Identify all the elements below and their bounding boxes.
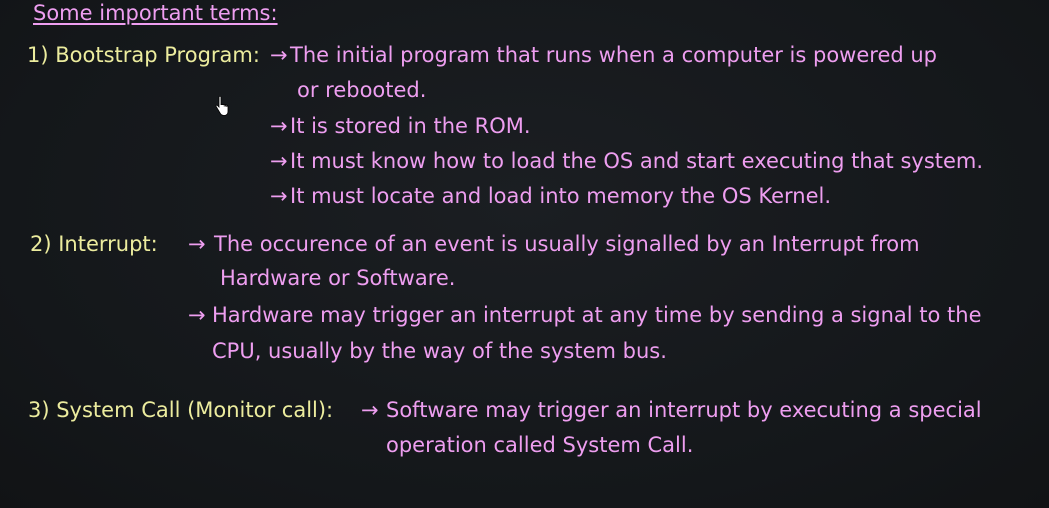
definition-line: It must know how to load the OS and star… — [290, 149, 984, 173]
definition-line: CPU, usually by the way of the system bu… — [212, 339, 667, 363]
definition-line: It must locate and load into memory the … — [290, 184, 832, 208]
definition-line: operation called System Call. — [386, 433, 694, 457]
arrow-icon: → — [188, 303, 206, 327]
hand-pointer-icon — [215, 96, 229, 116]
arrow-icon: → — [270, 149, 288, 173]
definition-line: It is stored in the ROM. — [290, 114, 531, 138]
definition-line: Software may trigger an interrupt by exe… — [386, 398, 982, 422]
definition-line: The initial program that runs when a com… — [290, 43, 938, 67]
arrow-icon: → — [361, 398, 379, 422]
blackboard: Some important terms: 1) Bootstrap Progr… — [0, 0, 1049, 508]
definition-line: The occurence of an event is usually sig… — [214, 232, 920, 256]
term-label-interrupt: 2) Interrupt: — [30, 232, 158, 256]
arrow-icon: → — [270, 43, 288, 67]
definition-line: Hardware may trigger an interrupt at any… — [212, 303, 982, 327]
term-label-system-call: 3) System Call (Monitor call): — [28, 398, 334, 422]
term-label-bootstrap: 1) Bootstrap Program: — [27, 43, 260, 67]
arrow-icon: → — [270, 184, 288, 208]
arrow-icon: → — [188, 232, 206, 256]
arrow-icon: → — [270, 114, 288, 138]
definition-line: or rebooted. — [297, 78, 427, 102]
page-title: Some important terms: — [33, 1, 278, 25]
definition-line: Hardware or Software. — [220, 266, 456, 290]
